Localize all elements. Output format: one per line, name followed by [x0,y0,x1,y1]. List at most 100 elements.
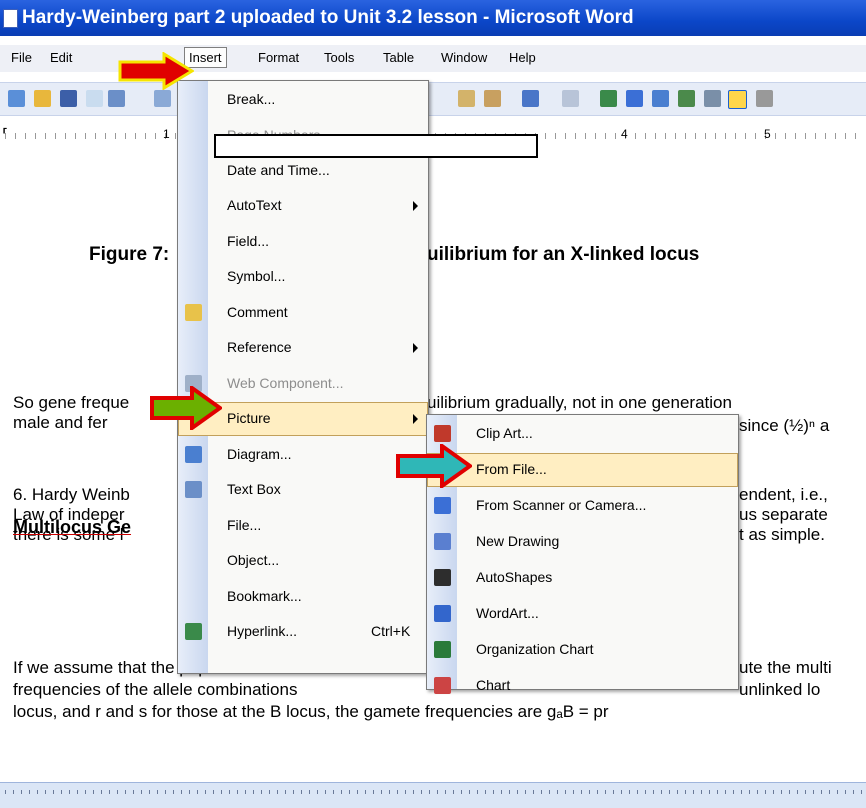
menu-item-label: From Scanner or Camera... [476,497,647,513]
menu-item-label: From File... [476,461,547,477]
new-drawing-icon [434,533,451,550]
menu-item-chart[interactable]: Chart [427,669,738,703]
columns-icon[interactable] [704,90,721,107]
scanner-icon [434,497,451,514]
menu-tools[interactable]: Tools [324,50,354,65]
document-text-line: unlinked lo [739,680,821,699]
menu-item-reference[interactable]: Reference [178,331,428,365]
menu-item-autotext[interactable]: AutoText [178,189,428,223]
menu-item-label: Object... [227,552,280,568]
submenu-arrow-icon [413,343,418,353]
menu-item-label: Bookmark... [227,588,302,604]
submenu-arrow-icon [413,414,418,424]
picture-pointer-arrow [150,386,222,430]
menu-item-diagram[interactable]: Diagram... [178,438,428,472]
menu-item-new-drawing[interactable]: New Drawing [427,525,738,559]
annotation-box [214,134,538,158]
menu-item-shortcut: Ctrl+K [371,623,411,639]
menu-item-label: Web Component... [227,375,344,391]
section-heading: Multilocus Ge [13,517,132,537]
document-text-line: male and fer [13,413,108,432]
menu-item-label: Field... [227,233,270,249]
menu-item-label: Hyperlink... [227,623,298,639]
menu-file[interactable]: File [11,50,32,65]
menu-item-break[interactable]: Break... [178,83,428,117]
insert-pointer-arrow [118,52,194,90]
document-text-line: since (½)ⁿ a [739,416,830,435]
menu-item-label: Date and Time... [227,162,330,178]
insert-table-icon[interactable] [652,90,669,107]
menu-item-label: AutoShapes [476,569,553,585]
redo-icon[interactable] [562,90,579,107]
chart-icon [434,677,451,694]
insert-menu: Break...Page Numbers...Date and Time...A… [177,80,429,674]
document-text-line: frequencies of the allele combinations [13,680,298,699]
menu-item-autoshapes[interactable]: AutoShapes [427,561,738,595]
menu-item-object[interactable]: Object... [178,544,428,578]
document-text-line: locus, and r and s for those at the B lo… [13,702,609,721]
menu-item-label: WordArt... [476,605,539,621]
menu-item-clip-art[interactable]: Clip Art... [427,417,738,451]
picture-submenu: Clip Art... From File... From Scanner or C… [426,414,739,694]
drawing-icon[interactable] [728,90,747,109]
menu-item-wordart[interactable]: WordArt... [427,597,738,631]
menu-window[interactable]: Window [441,50,487,65]
hyperlink-icon [185,623,202,640]
document-text-line: t as simple. [739,525,825,544]
tables-borders-icon[interactable] [626,90,643,107]
insert-hyperlink-icon[interactable] [600,90,617,107]
new-document-icon[interactable] [8,90,25,107]
ruler-number: 1 [163,127,170,141]
menu-item-label: Clip Art... [476,425,533,441]
document-text-line: uilibrium gradually, not in one generati… [427,393,732,412]
menu-item-label: Text Box [227,481,281,497]
window-title: Hardy-Weinberg part 2 uploaded to Unit 3… [22,7,634,28]
document-map-icon[interactable] [756,90,773,107]
figure-caption-left: Figure 7: [89,244,170,265]
document-text-line: ute the multi [739,658,832,677]
org-chart-icon [434,641,451,658]
menu-format[interactable]: Format [258,50,299,65]
ruler-number: 4 [621,127,628,141]
document-text-line: So gene freque [13,393,130,412]
save-icon[interactable] [60,90,77,107]
menu-help[interactable]: Help [509,50,536,65]
insert-excel-icon[interactable] [678,90,695,107]
menu-item-organization-chart[interactable]: Organization Chart [427,633,738,667]
menu-item-from-file[interactable]: From File... [427,453,738,487]
menu-item-from-scanner-or-camera[interactable]: From Scanner or Camera... [427,489,738,523]
menu-item-text-box[interactable]: Text Box [178,473,428,507]
format-painter-icon[interactable] [484,90,501,107]
vertical-ruler-strip [0,782,866,808]
open-folder-icon[interactable] [34,90,51,107]
menu-item-bookmark[interactable]: Bookmark... [178,580,428,614]
permission-icon[interactable] [86,90,103,107]
menu-item-label: Symbol... [227,268,286,284]
ruler-number: 5 [764,127,771,141]
title-bar: Hardy-Weinberg part 2 uploaded to Unit 3… [0,0,866,36]
menu-item-file[interactable]: File... [178,509,428,543]
menu-item-symbol[interactable]: Symbol... [178,260,428,294]
submenu-arrow-icon [413,201,418,211]
print-preview-icon[interactable] [154,90,171,107]
from-file-pointer-arrow [396,444,472,488]
wordart-icon [434,605,451,622]
document-text-line: endent, i.e., [739,485,828,504]
menu-item-label: Chart [476,677,511,693]
textbox-icon [185,481,202,498]
menu-item-label: Comment [227,304,288,320]
comment-icon [185,304,202,321]
undo-icon[interactable] [522,90,539,107]
paste-icon[interactable] [458,90,475,107]
menu-edit[interactable]: Edit [50,50,72,65]
menu-item-label: Picture [227,410,271,426]
menu-item-field[interactable]: Field... [178,225,428,259]
document-text-line: 6. Hardy Weinb [13,485,130,504]
print-icon[interactable] [108,90,125,107]
document-text-line: us separate [739,505,828,524]
menu-item-hyperlink[interactable]: Hyperlink... Ctrl+K [178,615,428,649]
menu-table[interactable]: Table [383,50,414,65]
menu-item-date-and-time[interactable]: Date and Time... [178,154,428,188]
menu-item-comment[interactable]: Comment [178,296,428,330]
menu-item-label: New Drawing [476,533,560,549]
